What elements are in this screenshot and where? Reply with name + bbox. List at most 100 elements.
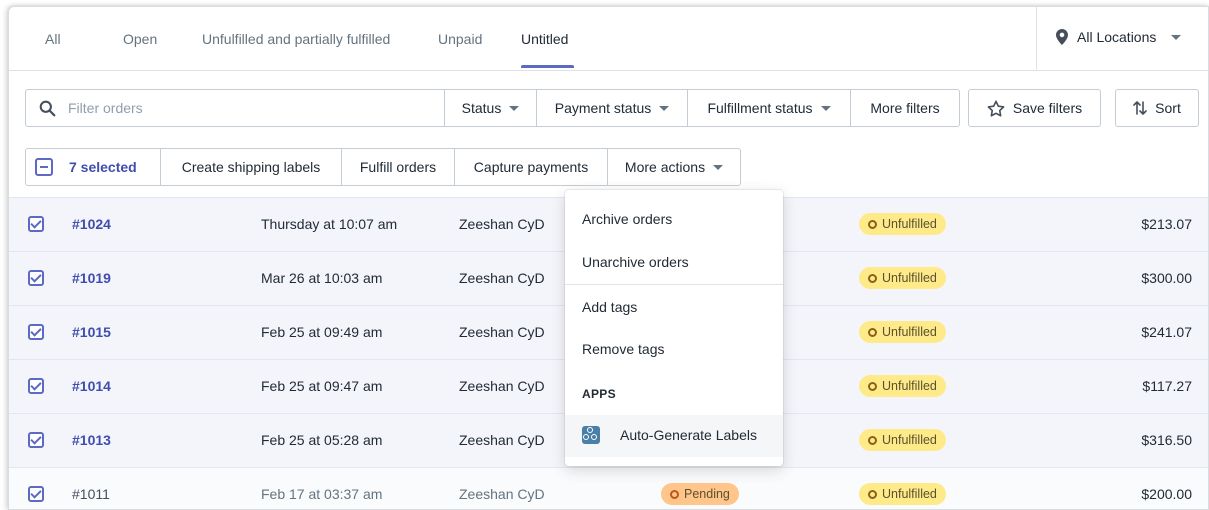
tab-open[interactable]: Open [123,31,157,47]
fulfillment-status-text: Unfulfilled [882,379,937,393]
order-total: $316.50 [1141,432,1192,448]
menu-section-apps: APPS [582,387,616,401]
more-actions-label: More actions [624,159,706,175]
status-ring-icon [868,327,877,337]
order-number-link[interactable]: #1019 [72,270,111,286]
fulfillment-status-badge: Unfulfilled [859,483,946,505]
order-customer: Zeeshan CyD [459,324,545,340]
order-customer: Zeeshan CyD [459,270,545,286]
search-field[interactable] [25,89,445,127]
indeterminate-checkbox[interactable] [35,158,53,176]
table-row[interactable]: #1011 Feb 17 at 03:37 am Zeeshan CyD Pen… [9,467,1208,509]
fulfillment-status-badge: Unfulfilled [859,321,946,343]
order-date: Feb 25 at 05:28 am [261,432,383,448]
order-number-link[interactable]: #1014 [72,378,111,394]
payment-status-badge: Pending [661,483,739,505]
order-total: $213.07 [1141,216,1192,232]
more-actions-button[interactable]: More actions [607,148,741,186]
tab-all[interactable]: All [45,31,61,47]
status-ring-icon [868,435,877,445]
status-filter-button[interactable]: Status [444,89,537,127]
chevron-down-icon [509,105,520,111]
app-icon [582,426,600,444]
status-ring-icon [868,381,877,391]
order-date: Thursday at 10:07 am [261,216,398,232]
create-shipping-labels-button[interactable]: Create shipping labels [160,148,342,186]
more-filters-label: More filters [870,100,940,116]
chevron-down-icon [659,105,670,111]
more-filters-button[interactable]: More filters [851,89,960,127]
menu-item-auto-generate-labels[interactable]: Auto-Generate Labels [565,415,783,457]
order-date: Feb 17 at 03:37 am [261,486,383,502]
menu-item-add-tags[interactable]: Add tags [582,299,637,315]
location-pin-icon [1056,29,1068,45]
row-checkbox[interactable] [28,378,44,394]
active-tab-indicator [521,65,574,68]
fulfillment-status-text: Unfulfilled [882,217,937,231]
fulfillment-status-filter-label: Fulfillment status [707,100,813,116]
fulfillment-status-text: Unfulfilled [882,487,937,501]
menu-item-remove-tags[interactable]: Remove tags [582,341,664,357]
order-number-link[interactable]: #1011 [72,486,110,502]
status-filter-label: Status [461,100,502,116]
fulfillment-status-badge: Unfulfilled [859,375,946,397]
sort-icon [1133,101,1147,115]
tab-untitled[interactable]: Untitled [521,31,568,47]
menu-item-archive-orders[interactable]: Archive orders [582,211,672,227]
order-total: $117.27 [1142,378,1192,394]
row-checkbox[interactable] [28,486,44,502]
sort-label: Sort [1155,100,1181,116]
order-customer: Zeeshan CyD [459,216,545,232]
fulfillment-status-badge: Unfulfilled [859,267,946,289]
select-all-toggle[interactable]: 7 selected [25,148,161,186]
row-checkbox[interactable] [28,324,44,340]
tab-unpaid[interactable]: Unpaid [438,31,482,47]
order-date: Feb 25 at 09:49 am [261,324,383,340]
order-date: Feb 25 at 09:47 am [261,378,383,394]
menu-divider [565,284,783,285]
chevron-down-icon [1171,34,1182,40]
chevron-down-icon [820,105,831,111]
sort-button[interactable]: Sort [1115,89,1199,127]
capture-payments-button[interactable]: Capture payments [454,148,608,186]
more-actions-menu: Archive orders Unarchive orders Add tags… [565,190,783,466]
tab-unfulfilled[interactable]: Unfulfilled and partially fulfilled [202,31,390,47]
star-icon [987,100,1005,117]
fulfillment-status-text: Unfulfilled [882,325,937,339]
menu-item-unarchive-orders[interactable]: Unarchive orders [582,254,689,270]
save-filters-label: Save filters [1012,100,1083,116]
payment-status-filter-button[interactable]: Payment status [537,89,688,127]
order-tabs: All Open Unfulfilled and partially fulfi… [9,7,1208,71]
fulfillment-status-badge: Unfulfilled [859,213,946,235]
order-number-link[interactable]: #1024 [72,216,111,232]
fulfillment-status-badge: Unfulfilled [859,429,946,451]
fulfillment-status-text: Unfulfilled [882,271,937,285]
search-input[interactable] [68,100,368,116]
order-number-link[interactable]: #1015 [72,324,111,340]
row-checkbox[interactable] [28,432,44,448]
fulfillment-status-filter-button[interactable]: Fulfillment status [688,89,851,127]
status-ring-icon [868,489,877,499]
order-total: $200.00 [1141,486,1192,502]
save-filters-button[interactable]: Save filters [968,89,1101,127]
row-checkbox[interactable] [28,270,44,286]
orders-card: All Open Unfulfilled and partially fulfi… [8,6,1209,510]
fulfill-orders-label: Fulfill orders [359,159,437,175]
selected-count: 7 selected [69,159,137,175]
order-date: Mar 26 at 10:03 am [261,270,383,286]
menu-item-label: Auto-Generate Labels [620,427,757,443]
status-ring-icon [670,489,679,499]
create-shipping-labels-label: Create shipping labels [181,159,321,175]
order-customer: Zeeshan CyD [459,432,545,448]
chevron-down-icon [713,164,724,170]
row-checkbox[interactable] [28,216,44,232]
order-customer: Zeeshan CyD [459,486,545,502]
order-number-link[interactable]: #1013 [72,432,111,448]
payment-status-text: Pending [684,487,730,501]
order-total: $241.07 [1141,324,1192,340]
fulfillment-status-text: Unfulfilled [882,433,937,447]
location-selector[interactable]: All Locations [1056,29,1182,45]
capture-payments-label: Capture payments [473,159,589,175]
fulfill-orders-button[interactable]: Fulfill orders [341,148,455,186]
status-ring-icon [868,219,877,229]
